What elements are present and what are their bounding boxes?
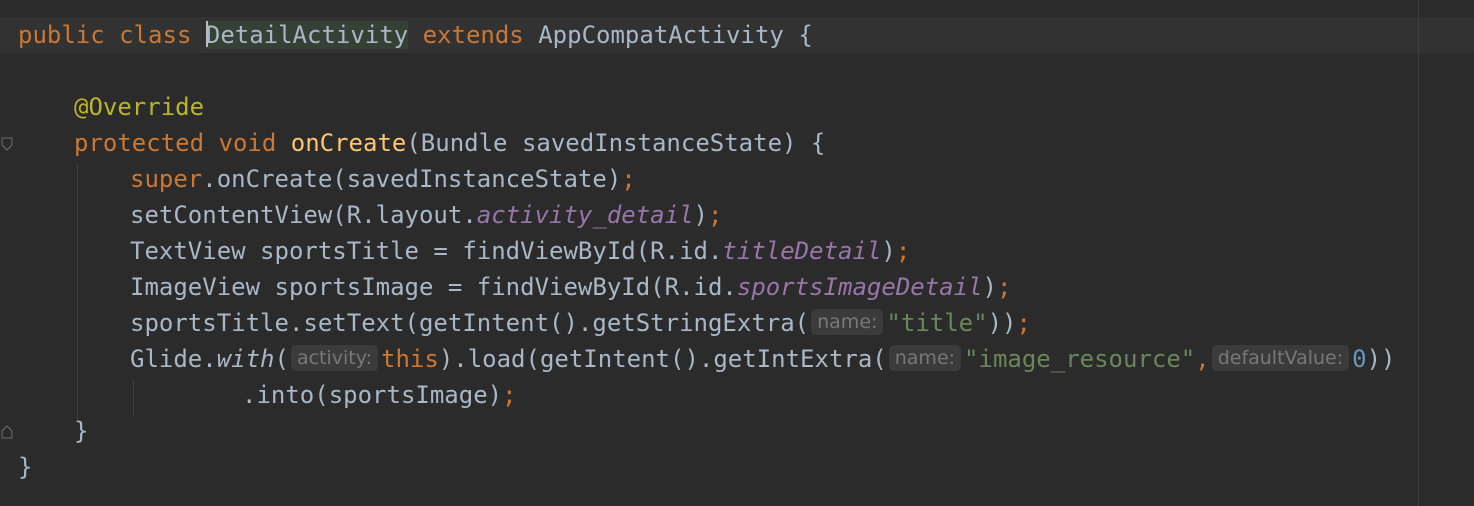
code-line-method-close: } <box>74 413 88 449</box>
close-brace: } <box>74 417 89 445</box>
parameter-hint: name: <box>888 345 962 371</box>
code-line-class-close: } <box>18 449 32 485</box>
method-params: (Bundle savedInstanceState) { <box>406 129 826 157</box>
static-method: with <box>216 345 275 373</box>
override-annotation: @Override <box>74 93 205 121</box>
code-text: .into(sportsImage) <box>242 381 503 409</box>
code-line-textview: TextView sportsTitle = findViewById(R.id… <box>130 233 910 269</box>
keyword-this: this <box>381 345 439 373</box>
code-text: )) <box>1366 345 1396 373</box>
code-line-glide: Glide.with(activity: this).load(getIntent… <box>130 341 1395 377</box>
fold-close-icon[interactable] <box>1 425 13 439</box>
close-brace: } <box>18 453 33 481</box>
fold-open-icon[interactable] <box>1 137 13 151</box>
indent-guide <box>133 380 134 416</box>
semicolon: ; <box>895 237 911 265</box>
code-line-super-call: super.onCreate(savedInstanceState); <box>130 161 636 197</box>
code-text: ) <box>693 201 708 229</box>
code-text: ) <box>881 237 896 265</box>
keyword-super: super <box>130 165 203 193</box>
keyword-public: public <box>18 21 105 49</box>
code-text: ).load(getIntent().getIntExtra( <box>438 345 887 373</box>
indent-guide <box>77 164 78 420</box>
code-editor[interactable]: public class DetailActivity extends AppC… <box>0 0 1474 506</box>
keyword-extends: extends <box>422 21 524 49</box>
parameter-hint: activity: <box>290 345 379 371</box>
class-name-rest: etailActivity <box>220 21 409 49</box>
parameter-hint: defaultValue: <box>1211 345 1350 371</box>
semicolon: ; <box>707 201 723 229</box>
code-line-set-content-view: setContentView(R.layout.activity_detail)… <box>130 197 722 233</box>
semicolon: ; <box>621 165 636 193</box>
string-literal: "image_resource" <box>964 345 1196 373</box>
code-line-method-declaration: protected void onCreate(Bundle savedInst… <box>74 125 825 161</box>
parameter-hint: name: <box>811 309 884 335</box>
keyword-protected: protected <box>74 129 205 157</box>
parent-class: AppCompatActivity <box>538 21 784 49</box>
semicolon: ; <box>502 381 517 409</box>
keyword-class: class <box>119 21 192 49</box>
super-call-text: .onCreate(savedInstanceState) <box>202 165 622 193</box>
id-field: sportsImageDetail <box>736 273 983 301</box>
open-brace: { <box>798 21 813 49</box>
code-text: Glide. <box>130 345 217 373</box>
code-line-set-text: sportsTitle.setText(getIntent().getStrin… <box>130 305 1031 341</box>
semicolon: ; <box>1016 309 1031 337</box>
code-text: )) <box>987 309 1017 337</box>
right-margin-guide <box>1418 0 1419 506</box>
string-literal: "title" <box>886 309 988 337</box>
code-line-imageview: ImageView sportsImage = findViewById(R.i… <box>130 269 1011 305</box>
number-literal: 0 <box>1352 345 1367 373</box>
code-text: sportsTitle.setText(getIntent().getStrin… <box>130 309 810 337</box>
code-text: ImageView sportsImage = findViewById(R.i… <box>130 273 737 301</box>
code-line-class-declaration: public class DetailActivity extends AppC… <box>18 17 813 53</box>
code-line-annotation: @Override <box>74 89 204 125</box>
method-name: onCreate <box>290 129 407 157</box>
code-text: ( <box>274 345 289 373</box>
semicolon: ; <box>996 273 1012 301</box>
id-field: titleDetail <box>722 237 882 265</box>
class-name-first-char: D <box>205 21 221 49</box>
code-text: ) <box>982 273 997 301</box>
layout-field: activity_detail <box>476 201 694 229</box>
comma: , <box>1195 345 1210 373</box>
code-text: TextView sportsTitle = findViewById(R.id… <box>130 237 723 265</box>
text-caret <box>205 21 208 47</box>
keyword-void: void <box>218 129 277 157</box>
code-line-into: .into(sportsImage); <box>242 377 517 413</box>
code-text: setContentView(R.layout. <box>130 201 477 229</box>
class-name[interactable]: DetailActivity <box>205 21 409 49</box>
